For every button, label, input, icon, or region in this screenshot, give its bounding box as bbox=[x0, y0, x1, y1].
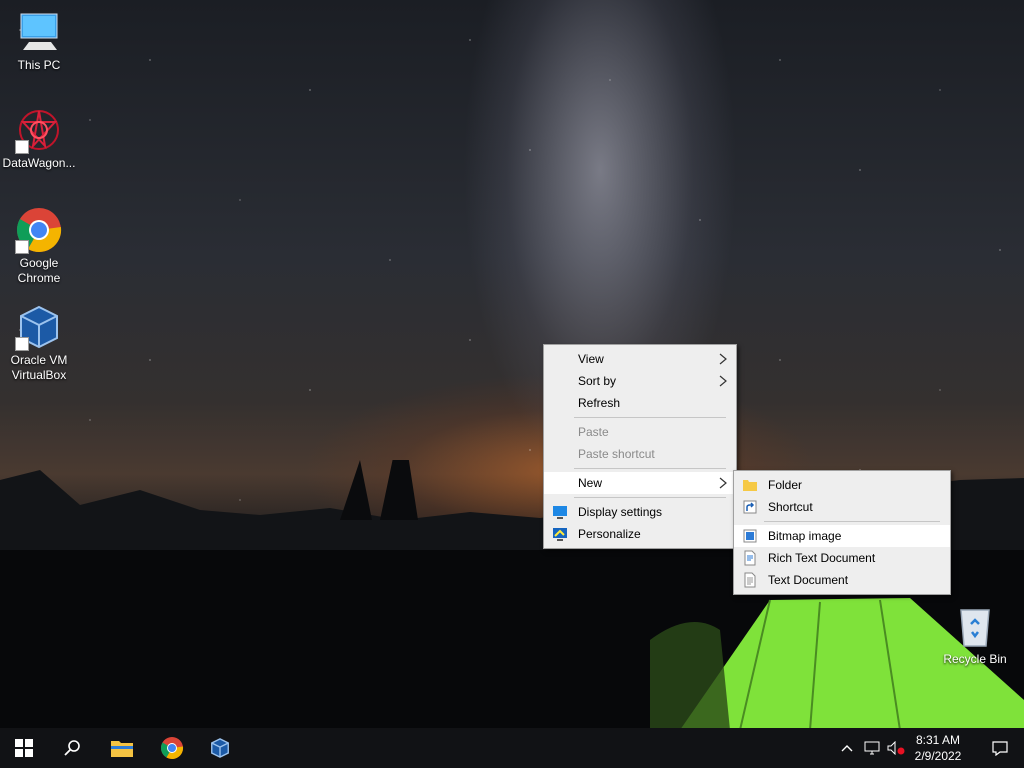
submenu-item-rich-text-document-label: Rich Text Document bbox=[768, 551, 876, 565]
menu-item-refresh[interactable]: Refresh bbox=[544, 392, 736, 414]
submenu-item-shortcut[interactable]: Shortcut bbox=[734, 496, 950, 518]
wallpaper-stars bbox=[0, 0, 1024, 520]
file-explorer-icon bbox=[111, 741, 133, 757]
this-pc-icon bbox=[15, 8, 63, 56]
google-chrome-desktop-icon[interactable]: Google Chrome bbox=[1, 206, 77, 286]
show-hidden-icons-button[interactable] bbox=[834, 728, 860, 768]
datawagon-desktop-icon[interactable]: DataWagon... bbox=[1, 106, 77, 171]
chevron-right-icon bbox=[719, 353, 727, 365]
menu-separator bbox=[574, 497, 726, 498]
submenu-item-folder-label: Folder bbox=[768, 478, 803, 492]
chrome-icon bbox=[160, 737, 184, 760]
display-icon bbox=[553, 506, 567, 519]
chevron-right-icon bbox=[719, 375, 727, 387]
menu-item-display-settings-label: Display settings bbox=[578, 505, 663, 519]
start-button[interactable] bbox=[0, 728, 48, 768]
recycle-bin-icon bbox=[951, 602, 999, 650]
clock[interactable]: 8:31 AM 2/9/2022 bbox=[908, 728, 968, 768]
rtf-document-icon bbox=[744, 550, 756, 566]
network-icon bbox=[864, 741, 880, 755]
menu-item-display-settings[interactable]: Display settings bbox=[544, 501, 736, 523]
new-submenu: Folder Shortcut Bitmap image Rich Text D… bbox=[733, 470, 951, 595]
shortcut-arrow-icon bbox=[15, 337, 29, 351]
menu-item-personalize[interactable]: Personalize bbox=[544, 523, 736, 545]
submenu-item-text-document-label: Text Document bbox=[768, 573, 849, 587]
desktop-context-menu: View Sort by Refresh Paste Paste shortcu… bbox=[543, 344, 737, 549]
datawagon-icon bbox=[15, 106, 63, 154]
clock-time: 8:31 AM bbox=[915, 733, 961, 747]
menu-item-view[interactable]: View bbox=[544, 348, 736, 370]
this-pc-desktop-icon[interactable]: This PC bbox=[1, 8, 77, 73]
virtualbox-taskbar-button[interactable] bbox=[196, 728, 244, 768]
recycle-bin-desktop-icon[interactable]: Recycle Bin bbox=[937, 602, 1013, 667]
network-button[interactable] bbox=[860, 728, 884, 768]
submenu-item-text-document[interactable]: Text Document bbox=[734, 569, 950, 591]
shortcut-arrow-icon bbox=[15, 140, 29, 154]
menu-item-paste[interactable]: Paste bbox=[544, 421, 736, 443]
datawagon-label: DataWagon... bbox=[2, 156, 76, 170]
menu-item-sort-by-label: Sort by bbox=[578, 374, 617, 388]
chevron-right-icon bbox=[719, 477, 727, 489]
submenu-item-bitmap-image-label: Bitmap image bbox=[768, 529, 842, 543]
menu-separator bbox=[574, 468, 726, 469]
menu-item-paste-shortcut[interactable]: Paste shortcut bbox=[544, 443, 736, 465]
menu-item-new[interactable]: New bbox=[544, 472, 736, 494]
folder-icon bbox=[743, 480, 757, 491]
this-pc-label: This PC bbox=[17, 58, 61, 72]
shortcut-icon bbox=[743, 500, 757, 514]
personalize-icon bbox=[553, 528, 567, 541]
menu-separator bbox=[764, 521, 940, 522]
notification-icon bbox=[992, 741, 1008, 756]
volume-muted-icon bbox=[887, 741, 905, 755]
menu-item-paste-shortcut-label: Paste shortcut bbox=[578, 447, 655, 461]
menu-item-paste-label: Paste bbox=[578, 425, 609, 439]
chrome-icon bbox=[15, 206, 63, 254]
virtualbox-icon bbox=[15, 303, 63, 351]
menu-item-view-label: View bbox=[578, 352, 604, 366]
file-explorer-button[interactable] bbox=[98, 728, 146, 768]
bitmap-icon bbox=[743, 529, 757, 543]
virtualbox-desktop-icon[interactable]: Oracle VM VirtualBox bbox=[1, 303, 77, 383]
search-button[interactable] bbox=[48, 728, 96, 768]
chrome-label-line2: Chrome bbox=[17, 271, 61, 285]
virtualbox-label-line1: Oracle VM bbox=[10, 353, 68, 367]
menu-item-personalize-label: Personalize bbox=[578, 527, 641, 541]
shortcut-arrow-icon bbox=[15, 240, 29, 254]
submenu-item-rich-text-document[interactable]: Rich Text Document bbox=[734, 547, 950, 569]
menu-item-sort-by[interactable]: Sort by bbox=[544, 370, 736, 392]
menu-item-refresh-label: Refresh bbox=[578, 396, 621, 410]
chrome-taskbar-button[interactable] bbox=[148, 728, 196, 768]
chevron-up-icon bbox=[841, 745, 853, 752]
virtualbox-label-line2: VirtualBox bbox=[11, 368, 67, 382]
virtualbox-icon bbox=[211, 738, 229, 758]
chrome-label-line1: Google bbox=[19, 256, 59, 270]
submenu-item-shortcut-label: Shortcut bbox=[768, 500, 813, 514]
volume-button[interactable] bbox=[884, 728, 908, 768]
clock-date: 2/9/2022 bbox=[914, 749, 962, 763]
recycle-bin-label: Recycle Bin bbox=[943, 652, 1007, 666]
start-icon bbox=[15, 739, 33, 757]
action-center-button[interactable] bbox=[976, 728, 1024, 768]
text-document-icon bbox=[744, 572, 756, 588]
submenu-item-folder[interactable]: Folder bbox=[734, 474, 950, 496]
taskbar: 8:31 AM 2/9/2022 bbox=[0, 728, 1024, 768]
menu-separator bbox=[574, 417, 726, 418]
menu-item-new-label: New bbox=[578, 476, 603, 490]
submenu-item-bitmap-image[interactable]: Bitmap image bbox=[734, 525, 950, 547]
search-icon bbox=[64, 740, 80, 756]
